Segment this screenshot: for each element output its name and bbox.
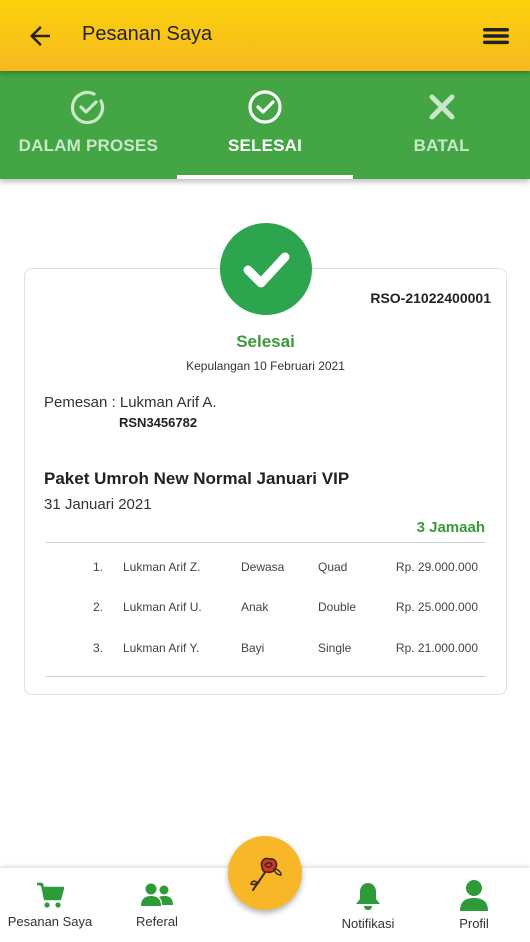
- tab-selesai[interactable]: SELESAI: [176, 71, 354, 179]
- pilgrim-price: Rp. 21.000.000: [395, 641, 478, 655]
- package-date: 31 Januari 2021: [44, 496, 152, 513]
- pilgrim-row: 1. Lukman Arif Z. Dewasa Quad Rp. 29.000…: [25, 560, 506, 580]
- tab-label: DALAM PROSES: [18, 136, 159, 155]
- bell-icon: [356, 883, 380, 910]
- completed-check-icon: [220, 223, 312, 315]
- cart-icon: [37, 882, 65, 908]
- pilgrim-age-category: Bayi: [241, 641, 265, 655]
- order-card[interactable]: RSO-21022400001 Selesai Kepulangan 10 Fe…: [24, 268, 507, 695]
- nav-label: Pesanan Saya: [7, 914, 93, 929]
- page-title: Pesanan Saya: [82, 23, 213, 45]
- pilgrim-name: Lukman Arif U.: [123, 600, 202, 614]
- nav-label: Notifikasi: [341, 916, 395, 931]
- package-name: Paket Umroh New Normal Januari VIP: [44, 469, 350, 488]
- divider: [46, 542, 485, 543]
- menu-button[interactable]: [480, 20, 512, 52]
- pilgrim-number: 2.: [92, 600, 103, 614]
- status-label: Selesai: [236, 332, 295, 351]
- pilgrim-price: Rp. 25.000.000: [395, 600, 478, 614]
- nav-referal[interactable]: Referal: [124, 868, 190, 929]
- pilgrim-name: Lukman Arif Z.: [123, 560, 201, 574]
- order-number: RSO-21022400001: [370, 290, 491, 306]
- check-circle-icon: [246, 88, 284, 126]
- arrow-left-icon: [30, 26, 50, 46]
- nav-label: Referal: [136, 914, 178, 929]
- divider: [46, 676, 485, 677]
- users-icon: [141, 883, 173, 906]
- tab-label: BATAL: [413, 136, 470, 155]
- tab-dalam-proses[interactable]: DALAM PROSES: [0, 71, 177, 179]
- active-tab-indicator: [176, 175, 354, 179]
- rose-icon: [249, 857, 282, 891]
- tab-batal[interactable]: BATAL: [353, 71, 530, 179]
- pilgrim-age-category: Dewasa: [241, 560, 285, 574]
- pilgrim-count: 3 Jamaah: [416, 519, 485, 536]
- pilgrim-number: 1.: [92, 560, 103, 574]
- tab-label: SELESAI: [227, 136, 303, 155]
- close-icon: [423, 88, 461, 126]
- nav-profil[interactable]: Profil: [448, 868, 500, 931]
- pilgrim-room-type: Double: [318, 600, 357, 614]
- orderer-id: RSN3456782: [119, 415, 198, 430]
- status-tabs: DALAM PROSES SELESAI BATAL: [0, 71, 530, 179]
- hamburger-menu-icon: [483, 28, 509, 45]
- pilgrim-price: Rp. 29.000.000: [395, 560, 478, 574]
- orderer-name: Pemesan : Lukman Arif A.: [44, 394, 217, 411]
- back-button[interactable]: [22, 18, 58, 54]
- pilgrim-row: 2. Lukman Arif U. Anak Double Rp. 25.000…: [25, 600, 506, 620]
- user-icon: [460, 880, 488, 911]
- pilgrim-room-type: Quad: [318, 560, 348, 574]
- nav-label: Profil: [459, 916, 489, 931]
- pilgrim-age-category: Anak: [241, 600, 269, 614]
- nav-notifikasi[interactable]: Notifikasi: [334, 868, 402, 931]
- return-date: Kepulangan 10 Februari 2021: [186, 359, 345, 373]
- app-bar: Pesanan Saya: [0, 0, 530, 71]
- check-circle-outline-icon: [69, 88, 107, 126]
- pilgrim-room-type: Single: [318, 641, 352, 655]
- pilgrim-number: 3.: [92, 641, 103, 655]
- pilgrim-row: 3. Lukman Arif Y. Bayi Single Rp. 21.000…: [25, 641, 506, 661]
- home-fab-button[interactable]: [228, 836, 302, 910]
- nav-pesanan-saya[interactable]: Pesanan Saya: [6, 868, 94, 929]
- pilgrim-name: Lukman Arif Y.: [123, 641, 200, 655]
